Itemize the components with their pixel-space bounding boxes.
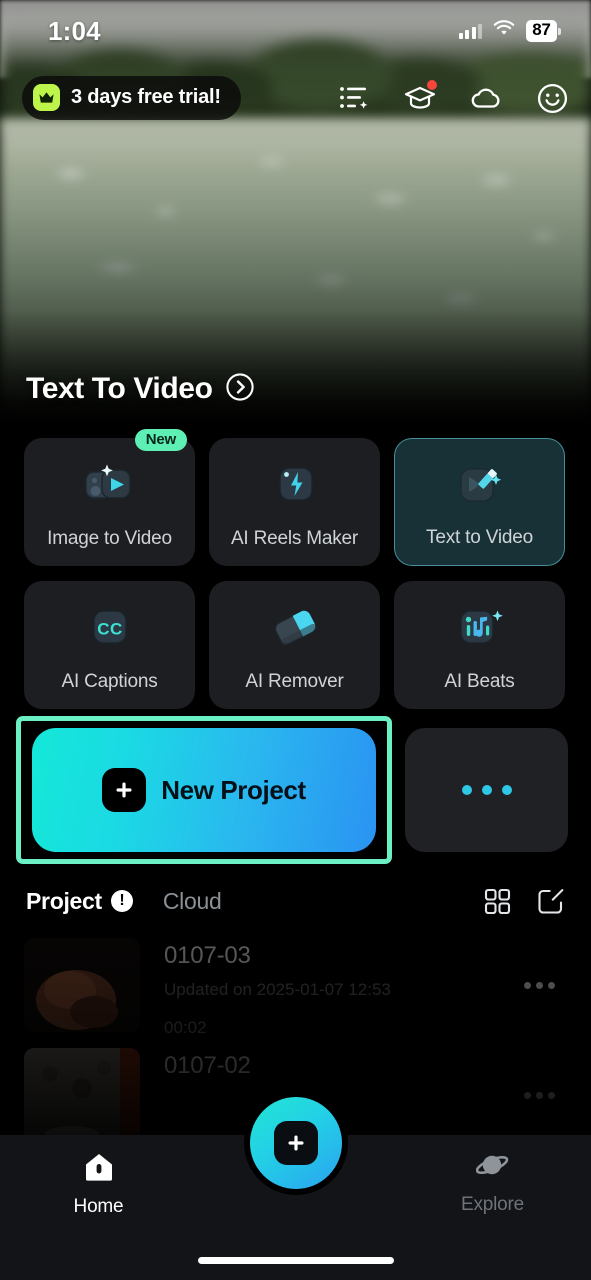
- ai-tasks-icon[interactable]: [337, 81, 371, 115]
- feature-card-ai-captions[interactable]: CC AI Captions: [24, 581, 195, 709]
- closed-caption-icon: CC: [79, 599, 141, 657]
- tab-project-label: Project: [26, 887, 102, 914]
- hero-vignette: [0, 0, 591, 430]
- home-icon: [83, 1151, 115, 1188]
- feature-card-ai-beats[interactable]: AI Beats: [394, 581, 565, 709]
- feature-card-ai-reels-maker[interactable]: AI Reels Maker: [209, 438, 380, 566]
- more-options-card[interactable]: [405, 728, 568, 852]
- hero-video-background: [0, 0, 591, 430]
- crown-icon: [33, 84, 60, 111]
- new-project-row: New Project: [16, 716, 576, 868]
- graduation-cap-icon[interactable]: [403, 80, 437, 115]
- project-thumbnail: [24, 1048, 140, 1142]
- page-title: Text To Video: [26, 372, 213, 405]
- project-list-header: Project ! Cloud: [26, 884, 565, 918]
- cloud-icon[interactable]: [469, 81, 503, 115]
- ellipsis-icon: [461, 785, 472, 795]
- feature-label: Text to Video: [426, 527, 533, 548]
- create-button[interactable]: [249, 1097, 342, 1189]
- feature-label: AI Remover: [245, 671, 344, 692]
- battery-level: 87: [526, 20, 557, 42]
- project-more-icon[interactable]: [524, 1092, 555, 1099]
- status-bar: 1:04 87: [0, 0, 591, 62]
- planet-icon: [475, 1151, 510, 1186]
- chevron-right-circle-icon[interactable]: [225, 372, 254, 406]
- eraser-icon: [264, 599, 326, 657]
- smiley-face-icon[interactable]: [535, 81, 569, 115]
- nav-explore-label: Explore: [460, 1194, 525, 1215]
- image-to-video-icon: [79, 456, 141, 514]
- plus-icon: [273, 1121, 318, 1165]
- tab-cloud[interactable]: Cloud: [163, 888, 222, 915]
- svg-text:CC: CC: [97, 620, 123, 639]
- project-list-item[interactable]: 0107-03 Updated on 2025-01-07 12:53 00:0…: [0, 930, 591, 1040]
- feature-card-ai-remover[interactable]: AI Remover: [209, 581, 380, 709]
- home-indicator: [197, 1257, 394, 1264]
- top-action-bar: 3 days free trial!: [0, 72, 591, 124]
- feature-label: AI Captions: [61, 671, 158, 692]
- nav-item-home[interactable]: Home: [24, 1151, 174, 1218]
- cellular-signal-icon: [458, 23, 483, 39]
- free-trial-badge[interactable]: 3 days free trial!: [22, 76, 241, 120]
- feature-card-text-to-video[interactable]: Text to Video: [394, 438, 565, 566]
- feature-card-image-to-video[interactable]: New Image to Video: [24, 429, 195, 566]
- nav-home-label: Home: [73, 1196, 124, 1217]
- notification-dot: [427, 80, 437, 90]
- project-more-icon[interactable]: [524, 982, 555, 989]
- new-badge: New: [134, 429, 187, 451]
- edit-compose-icon[interactable]: [537, 887, 565, 915]
- project-name: 0107-03: [164, 942, 251, 969]
- feature-grid: New Image to Video AI Reels Maker Text t…: [24, 429, 567, 709]
- plus-square-icon: [102, 768, 147, 812]
- battery-icon: 87: [526, 20, 561, 42]
- project-name: 0107-02: [164, 1052, 251, 1079]
- project-thumbnail: [24, 938, 140, 1032]
- free-trial-label: 3 days free trial!: [71, 86, 221, 108]
- feature-label: Image to Video: [47, 528, 172, 549]
- grid-view-icon[interactable]: [484, 888, 511, 915]
- wifi-icon: [493, 20, 515, 42]
- project-duration: 00:02: [164, 1018, 207, 1037]
- exclamation-icon[interactable]: !: [110, 890, 133, 912]
- section-heading[interactable]: Text To Video: [26, 372, 254, 406]
- feature-label: AI Reels Maker: [230, 528, 359, 549]
- pencil-video-icon: [449, 456, 511, 514]
- nav-item-explore[interactable]: Explore: [418, 1151, 568, 1216]
- status-clock: 1:04: [48, 15, 101, 46]
- music-note-icon: [449, 599, 511, 657]
- lightning-bolt-icon: [264, 456, 326, 514]
- feature-label: AI Beats: [444, 671, 515, 692]
- new-project-label: New Project: [161, 774, 306, 805]
- tab-cloud-label: Cloud: [162, 887, 222, 914]
- tab-project[interactable]: Project !: [26, 888, 133, 915]
- new-project-button[interactable]: New Project: [32, 728, 376, 852]
